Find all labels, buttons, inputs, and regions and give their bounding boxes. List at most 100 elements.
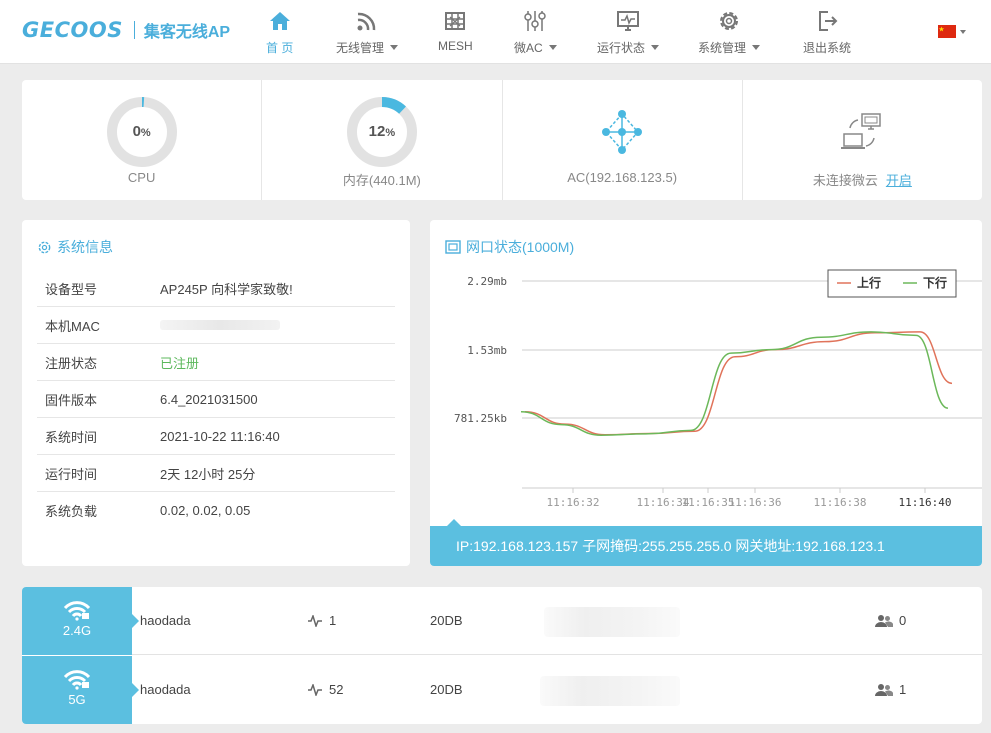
pulse-icon	[308, 684, 322, 696]
pulse-icon	[308, 615, 322, 627]
network-address-text: IP:192.168.123.157 子网掩码:255.255.255.0 网关…	[456, 538, 885, 554]
y-tick-label: 2.29mb	[467, 275, 507, 288]
nav-logout[interactable]: 退出系统	[803, 8, 851, 56]
chevron-down-icon	[548, 45, 557, 50]
gear-icon	[38, 241, 51, 253]
ac-label: AC(192.168.123.5)	[567, 170, 678, 185]
ac-stat: AC(192.168.123.5)	[503, 80, 743, 200]
memory-gauge: 12%	[346, 96, 418, 168]
chevron-down-icon	[752, 45, 761, 50]
x-tick-label: 11:16:35	[682, 496, 735, 509]
cpu-value: 0	[132, 123, 141, 140]
china-flag-icon[interactable]	[938, 25, 956, 38]
footer-notch	[447, 519, 461, 526]
info-value: 2天 12小时 25分	[160, 466, 256, 482]
nav-wireless-label: 无线管理	[336, 41, 385, 55]
info-row-mac: 本机MAC	[37, 307, 395, 344]
wifi-row-24g[interactable]: 2.4G haodada 1 20DB 0	[22, 587, 982, 655]
chevron-down-icon	[390, 45, 399, 50]
wifi-list: 2.4G haodada 1 20DB 0 5G haodada 52 20DB…	[22, 587, 982, 724]
redacted-field	[544, 607, 680, 637]
info-value: 已注册	[160, 355, 200, 371]
nav-mesh-label: MESH	[438, 39, 473, 53]
cloud-label: 未连接微云	[812, 173, 878, 188]
info-key: 系统负载	[45, 504, 98, 519]
clients-cell: 1	[875, 656, 906, 724]
system-info-title: 系统信息	[37, 237, 113, 257]
nav-mesh[interactable]: MESH	[438, 8, 473, 53]
nav-system[interactable]: 系统管理	[698, 8, 761, 56]
chevron-down-icon	[651, 45, 660, 50]
cpu-stat: 0% CPU	[22, 80, 263, 200]
info-key: 系统时间	[45, 429, 98, 445]
home-icon	[269, 12, 290, 30]
cloud-enable-link[interactable]: 开启	[886, 173, 912, 188]
clients-count: 1	[899, 682, 907, 697]
info-value: 2021-10-22 11:16:40	[160, 428, 280, 444]
brand-logo[interactable]: GECOOS 集客无线AP	[22, 18, 230, 42]
flag-star-icon	[938, 26, 945, 32]
info-key: 本机MAC	[45, 318, 100, 334]
users-icon	[875, 615, 893, 627]
nav-run-status[interactable]: 运行状态	[597, 8, 660, 56]
x-tick-label: 11:16:36	[729, 496, 782, 509]
network-title: 网口状态(1000M)	[445, 237, 574, 257]
nav-run-status-label: 运行状态	[597, 41, 646, 55]
rate-cell: 1	[307, 587, 336, 655]
band-notch	[132, 683, 139, 697]
cloud-status: 未连接微云 开启	[743, 170, 982, 189]
info-key: 设备型号	[45, 281, 98, 297]
nav-home-label: 首 页	[266, 41, 294, 55]
info-row-model: 设备型号 AP245P 向科学家致敬!	[37, 270, 395, 307]
clients-cell: 0	[875, 587, 906, 655]
tx-power: 20DB	[430, 682, 463, 697]
logo-text: GECOOS	[22, 18, 123, 42]
nav-micro-ac[interactable]: 微AC	[514, 8, 557, 56]
logo-subtitle: 集客无线AP	[143, 24, 231, 41]
series-line-up	[524, 331, 953, 436]
wifi-lock-icon	[63, 601, 91, 621]
rate-cell: 52	[307, 656, 343, 724]
nav-micro-ac-label: 微AC	[514, 41, 543, 55]
system-info-title-text: 系统信息	[57, 239, 113, 255]
tx-power: 20DB	[430, 613, 463, 628]
y-tick-label: 1.53mb	[467, 344, 507, 357]
network-footer: IP:192.168.123.157 子网掩码:255.255.255.0 网关…	[430, 519, 982, 566]
info-row-uptime: 运行时间 2天 12小时 25分	[37, 455, 395, 492]
ssid: haodada	[140, 613, 191, 628]
monitor-pulse-icon	[617, 11, 639, 31]
info-key: 注册状态	[45, 355, 98, 371]
logo-separator	[133, 21, 135, 39]
logout-icon	[819, 11, 838, 31]
info-key: 运行时间	[45, 466, 98, 482]
band-label: 5G	[68, 692, 86, 707]
language-dropdown-caret[interactable]	[960, 30, 966, 34]
cpu-label: CPU	[127, 170, 156, 185]
nav-logout-label: 退出系统	[803, 41, 852, 55]
gear-icon	[720, 12, 738, 30]
info-row-time: 系统时间 2021-10-22 11:16:40	[37, 418, 395, 455]
band-label: 2.4G	[62, 623, 92, 638]
band-badge: 5G	[22, 656, 132, 724]
wifi-row-5g[interactable]: 5G haodada 52 20DB 1	[22, 656, 982, 724]
rate-value: 52	[329, 682, 344, 697]
nav-wireless[interactable]: 无线管理	[336, 8, 399, 56]
cpu-unit: %	[140, 127, 151, 139]
legend-label: 上行	[857, 275, 881, 290]
x-tick-label: 11:16:40	[899, 496, 952, 509]
x-tick-label: 11:16:38	[814, 496, 867, 509]
system-info-panel: 系统信息 设备型号 AP245P 向科学家致敬! 本机MAC 注册状态 已注册 固件…	[22, 220, 410, 566]
nav-system-label: 系统管理	[698, 41, 747, 55]
cpu-gauge: 0%	[106, 96, 178, 168]
legend-label: 下行	[923, 275, 947, 290]
memory-value: 12	[368, 123, 386, 140]
ethernet-port-icon	[445, 240, 461, 254]
wifi-signal-icon	[357, 12, 376, 31]
computers-sync-icon	[841, 113, 882, 149]
mac-redacted	[160, 320, 280, 330]
rate-value: 1	[329, 613, 337, 628]
band-badge: 2.4G	[22, 587, 132, 655]
info-key: 固件版本	[45, 392, 98, 408]
band-notch	[132, 614, 139, 628]
nav-home[interactable]: 首 页	[266, 8, 293, 56]
